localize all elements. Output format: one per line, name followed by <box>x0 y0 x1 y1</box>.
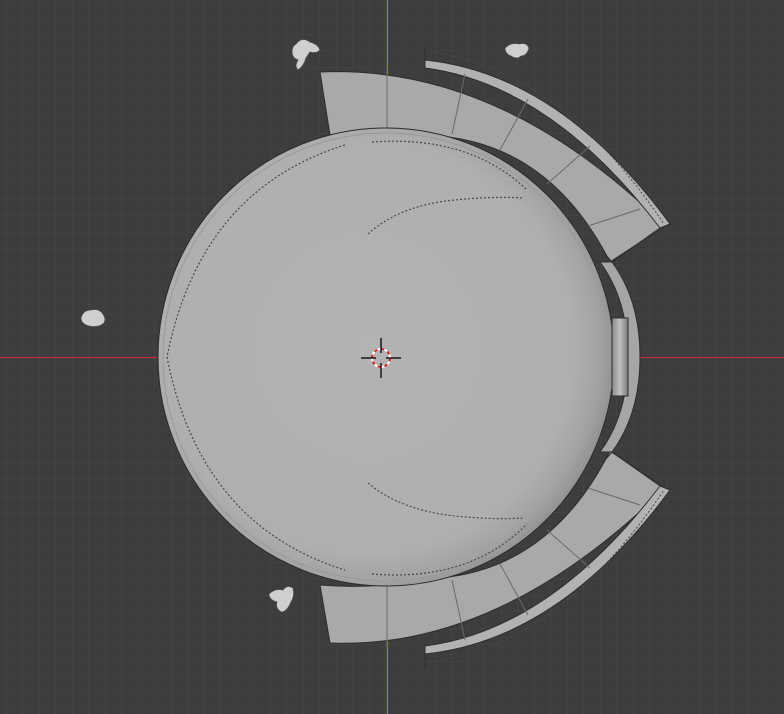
person-figure-icon <box>80 309 106 328</box>
entrance-door[interactable] <box>611 317 629 397</box>
dome[interactable] <box>157 127 615 587</box>
figure-left[interactable] <box>80 309 106 328</box>
3d-viewport[interactable] <box>0 0 784 714</box>
